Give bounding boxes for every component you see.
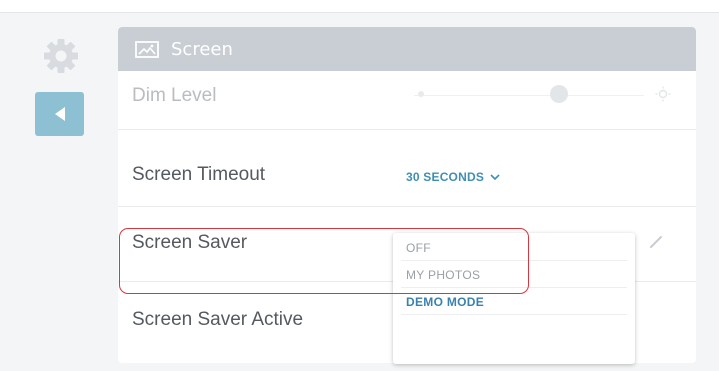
- screen-timeout-row: Screen Timeout 30 SECONDS: [118, 130, 696, 207]
- screen-saver-active-label: Screen Saver Active: [132, 309, 304, 330]
- divider: [401, 260, 627, 261]
- page-title: Screen: [171, 38, 233, 60]
- screen-timeout-label: Screen Timeout: [132, 164, 266, 185]
- screen-saver-dropdown: OFF MY PHOTOS DEMO MODE: [393, 233, 635, 364]
- dropdown-option-off[interactable]: OFF: [406, 241, 431, 255]
- screen-timeout-select[interactable]: 30 SECONDS: [406, 170, 500, 184]
- back-arrow-icon: [54, 107, 65, 121]
- pencil-icon[interactable]: [649, 235, 663, 249]
- chevron-down-icon: [490, 173, 500, 180]
- dropdown-option-demo-mode[interactable]: DEMO MODE: [406, 295, 484, 309]
- dim-level-label: Dim Level: [132, 85, 217, 106]
- dim-level-slider-knob[interactable]: [550, 85, 568, 103]
- screen-image-icon: [135, 40, 159, 58]
- screen-timeout-value: 30 SECONDS: [406, 170, 485, 184]
- back-button[interactable]: [35, 92, 84, 136]
- brightness-icon: [655, 86, 671, 102]
- screen-saver-label: Screen Saver: [132, 232, 248, 253]
- divider: [401, 314, 627, 315]
- top-bar: [0, 0, 719, 13]
- dropdown-option-my-photos[interactable]: MY PHOTOS: [406, 268, 480, 282]
- dim-level-slider[interactable]: [414, 95, 644, 96]
- dim-min-icon: [418, 91, 424, 97]
- divider: [401, 287, 627, 288]
- dim-level-row: Dim Level: [118, 71, 696, 130]
- panel-header: Screen: [118, 27, 696, 71]
- gear-icon[interactable]: [41, 36, 81, 76]
